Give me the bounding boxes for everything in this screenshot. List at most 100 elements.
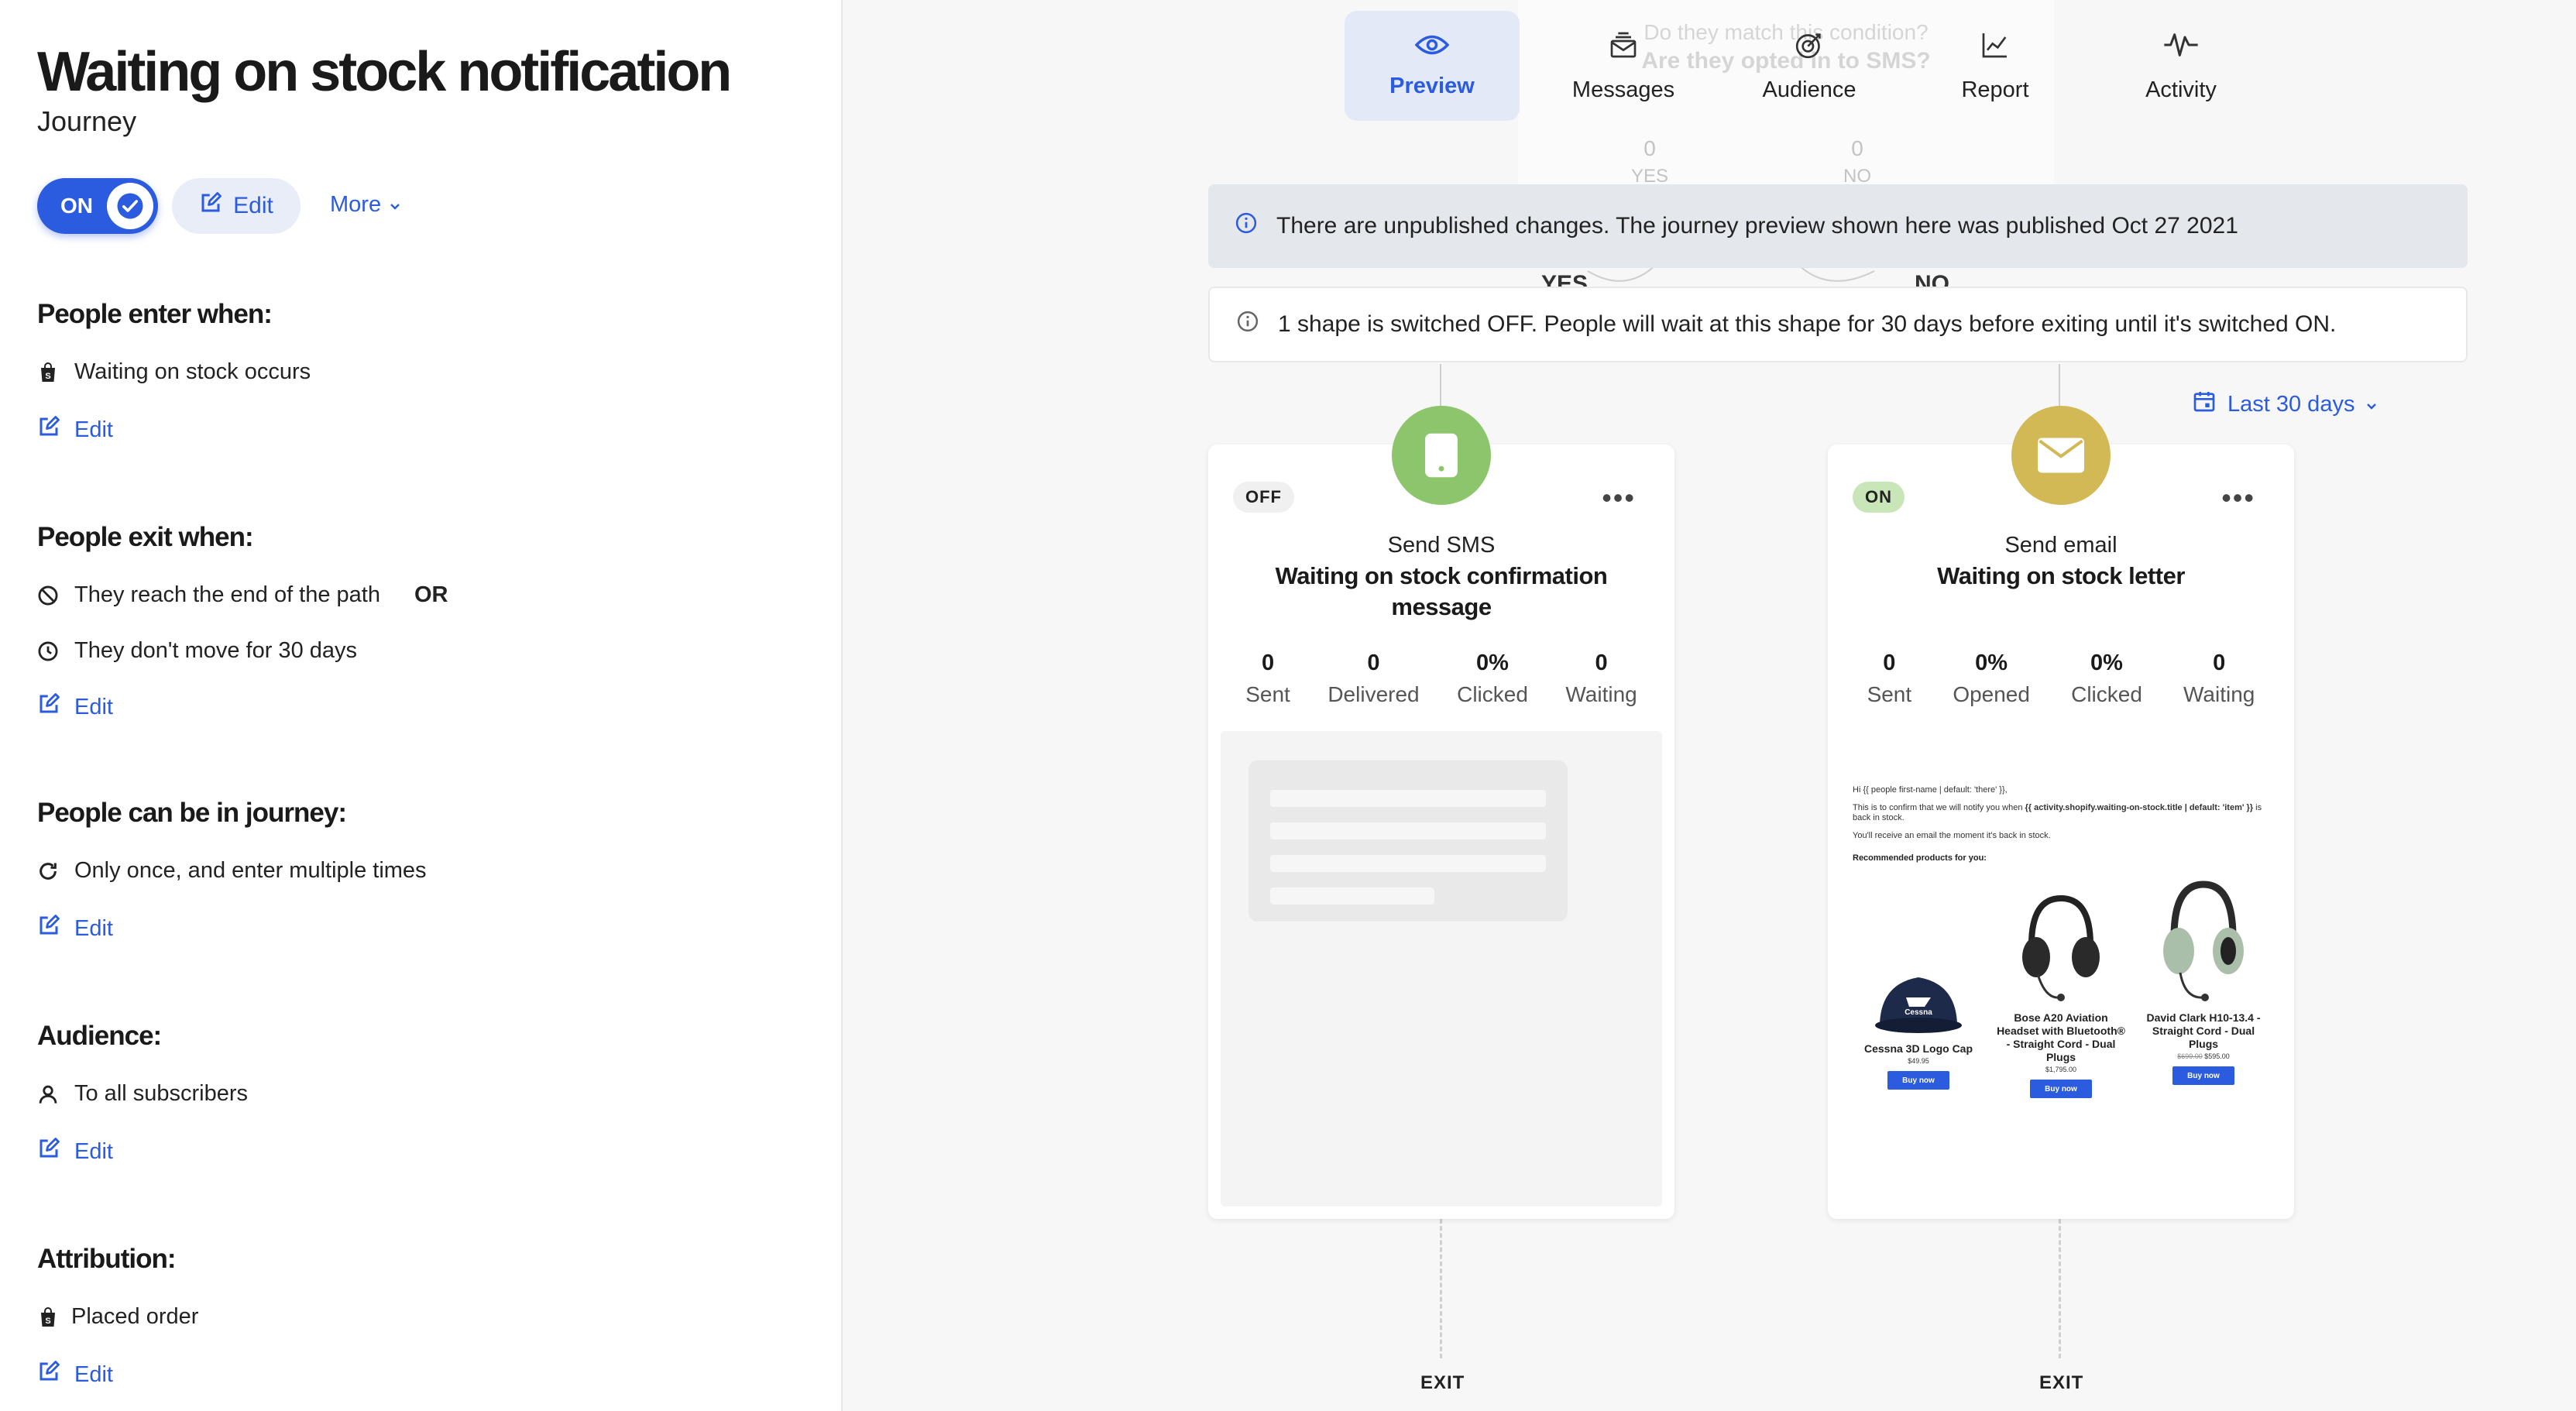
exit-condition-end-text: They reach the end of the path (74, 582, 380, 607)
frequency-rule: Only once, and enter multiple times (37, 858, 427, 884)
headset-image (2003, 875, 2119, 1007)
product-item: David Clark H10-13.4 - Straight Cord - D… (2138, 875, 2269, 1098)
exit-node-label: EXIT (1420, 1372, 1465, 1393)
tab-activity[interactable]: Activity (2088, 11, 2274, 121)
more-label: More (330, 192, 382, 217)
chevron-down-icon (2365, 392, 2378, 417)
email-confirmation-line: This is to confirm that we will notify y… (1853, 803, 2262, 822)
product-name: Cessna 3D Logo Cap (1863, 1042, 1973, 1055)
info-icon (1236, 310, 1259, 339)
edit-journey-label: Edit (233, 193, 273, 218)
edit-icon (37, 1137, 60, 1166)
edit-icon (199, 191, 222, 221)
card-stats: 0 Sent 0 Delivered 0% Clicked 0 Waiting (1227, 651, 1656, 707)
sms-preview (1221, 731, 1662, 1207)
target-icon (1794, 29, 1825, 67)
condition-no-count: 0 (1851, 136, 1863, 160)
tab-messages[interactable]: Messages (1530, 11, 1716, 121)
exit-node-label: EXIT (2039, 1372, 2084, 1393)
switched-off-banner: 1 shape is switched OFF. People will wai… (1208, 287, 2468, 362)
stat-waiting: 0 Waiting (1565, 651, 1637, 706)
more-options-icon[interactable]: ••• (2221, 482, 2255, 514)
switched-off-banner-text: 1 shape is switched OFF. People will wai… (1278, 311, 2337, 337)
tab-label: Activity (2145, 77, 2217, 102)
buy-now-button[interactable]: Buy now (1887, 1071, 1949, 1090)
edit-label: Edit (74, 694, 113, 719)
recommended-products: Cessna Cessna 3D Logo Cap $49.95 Buy now… (1853, 881, 2269, 1098)
unpublished-banner-text: There are unpublished changes. The journ… (1276, 213, 2238, 239)
eye-icon (1414, 33, 1450, 63)
journey-on-toggle[interactable]: ON (37, 178, 158, 234)
edit-journey-button[interactable]: Edit (172, 178, 301, 234)
connector-line-dashed (2059, 1219, 2061, 1358)
svg-text:S: S (45, 1317, 50, 1326)
toggle-label: ON (60, 194, 93, 218)
edit-enter-link[interactable]: Edit (37, 415, 113, 445)
svg-text:Cessna: Cessna (1905, 1008, 1932, 1017)
product-name: Bose A20 Aviation Headset with Bluetooth… (1997, 1011, 2125, 1063)
card-type-label: Send SMS (1387, 533, 1496, 558)
attribution-heading: Attribution: (37, 1244, 176, 1274)
date-range-label: Last 30 days (2227, 391, 2355, 417)
stat-sent: 0 Sent (1867, 651, 1912, 706)
unpublished-changes-banner: There are unpublished changes. The journ… (1208, 184, 2468, 268)
edit-frequency-link[interactable]: Edit (37, 914, 113, 943)
status-badge-on: ON (1853, 482, 1905, 513)
edit-icon (37, 1360, 60, 1389)
stat-clicked: 0% Clicked (2071, 651, 2142, 706)
email-recommended-heading: Recommended products for you: (1853, 853, 1987, 863)
send-email-card[interactable]: ON ••• Send email Waiting on stock lette… (1828, 406, 2294, 1219)
tab-report[interactable]: Report (1902, 11, 2088, 121)
frequency-heading: People can be in journey: (37, 798, 347, 828)
edit-label: Edit (74, 915, 113, 941)
view-tabs: Preview Messages Audience Report Activit… (1345, 11, 2274, 121)
audience-heading: Audience: (37, 1021, 162, 1051)
frequency-rule-text: Only once, and enter multiple times (74, 858, 427, 883)
edit-audience-link[interactable]: Edit (37, 1137, 113, 1166)
edit-exit-link[interactable]: Edit (37, 692, 113, 722)
more-options-icon[interactable]: ••• (1602, 482, 1636, 514)
connector-line (2059, 364, 2060, 410)
send-sms-card[interactable]: OFF ••• Send SMS Waiting on stock confir… (1208, 406, 1674, 1219)
email-notice-line: You'll receive an email the moment it's … (1853, 831, 2051, 840)
enter-trigger: S Waiting on stock occurs (37, 359, 311, 385)
cap-image: Cessna (1860, 906, 1977, 1038)
attribution-rule-text: Placed order (71, 1304, 199, 1329)
stat-sent: 0 Sent (1245, 651, 1290, 706)
journey-sidebar: Waiting on stock notification Journey ON… (0, 0, 843, 1411)
exit-heading: People exit when: (37, 522, 254, 552)
svg-text:S: S (45, 372, 50, 381)
product-old-price: $699.00 (2177, 1052, 2203, 1060)
tab-audience[interactable]: Audience (1716, 11, 1902, 121)
or-label: OR (414, 582, 448, 607)
blocked-icon (37, 585, 59, 606)
edit-label: Edit (74, 417, 113, 442)
messages-icon (1608, 29, 1639, 67)
stat-delivered: 0 Delivered (1327, 651, 1420, 706)
tab-preview[interactable]: Preview (1345, 11, 1520, 121)
audience-rule-text: To all subscribers (74, 1081, 249, 1106)
tab-label: Preview (1389, 73, 1475, 98)
buy-now-button[interactable]: Buy now (2030, 1080, 2092, 1098)
stat-clicked: 0% Clicked (1457, 651, 1528, 706)
activity-icon (2162, 29, 2200, 67)
more-menu-button[interactable]: More (330, 192, 401, 218)
date-range-selector[interactable]: Last 30 days (2192, 389, 2378, 420)
info-icon (1235, 211, 1258, 241)
status-badge-off: OFF (1233, 482, 1294, 513)
tab-label: Report (1961, 77, 2029, 102)
edit-attribution-link[interactable]: Edit (37, 1360, 113, 1389)
chevron-down-icon (389, 192, 401, 218)
product-name: David Clark H10-13.4 - Straight Cord - D… (2146, 1011, 2261, 1050)
product-sale-price: $595.00 (2204, 1052, 2230, 1060)
sms-bubble-placeholder (1249, 760, 1568, 922)
journey-canvas[interactable]: Do they match this condition? Are they o… (844, 0, 2576, 1411)
stat-opened: 0% Opened (1953, 651, 2030, 706)
person-icon (37, 1083, 59, 1105)
page-title: Waiting on stock notification (37, 41, 732, 103)
buy-now-button[interactable]: Buy now (2172, 1066, 2234, 1085)
product-item: Cessna Cessna 3D Logo Cap $49.95 Buy now (1853, 906, 1984, 1098)
tab-label: Audience (1762, 77, 1856, 102)
email-preview: Hi {{ people first-name | default: 'ther… (1853, 785, 2269, 1196)
email-greeting: Hi {{ people first-name | default: 'ther… (1853, 785, 2008, 795)
